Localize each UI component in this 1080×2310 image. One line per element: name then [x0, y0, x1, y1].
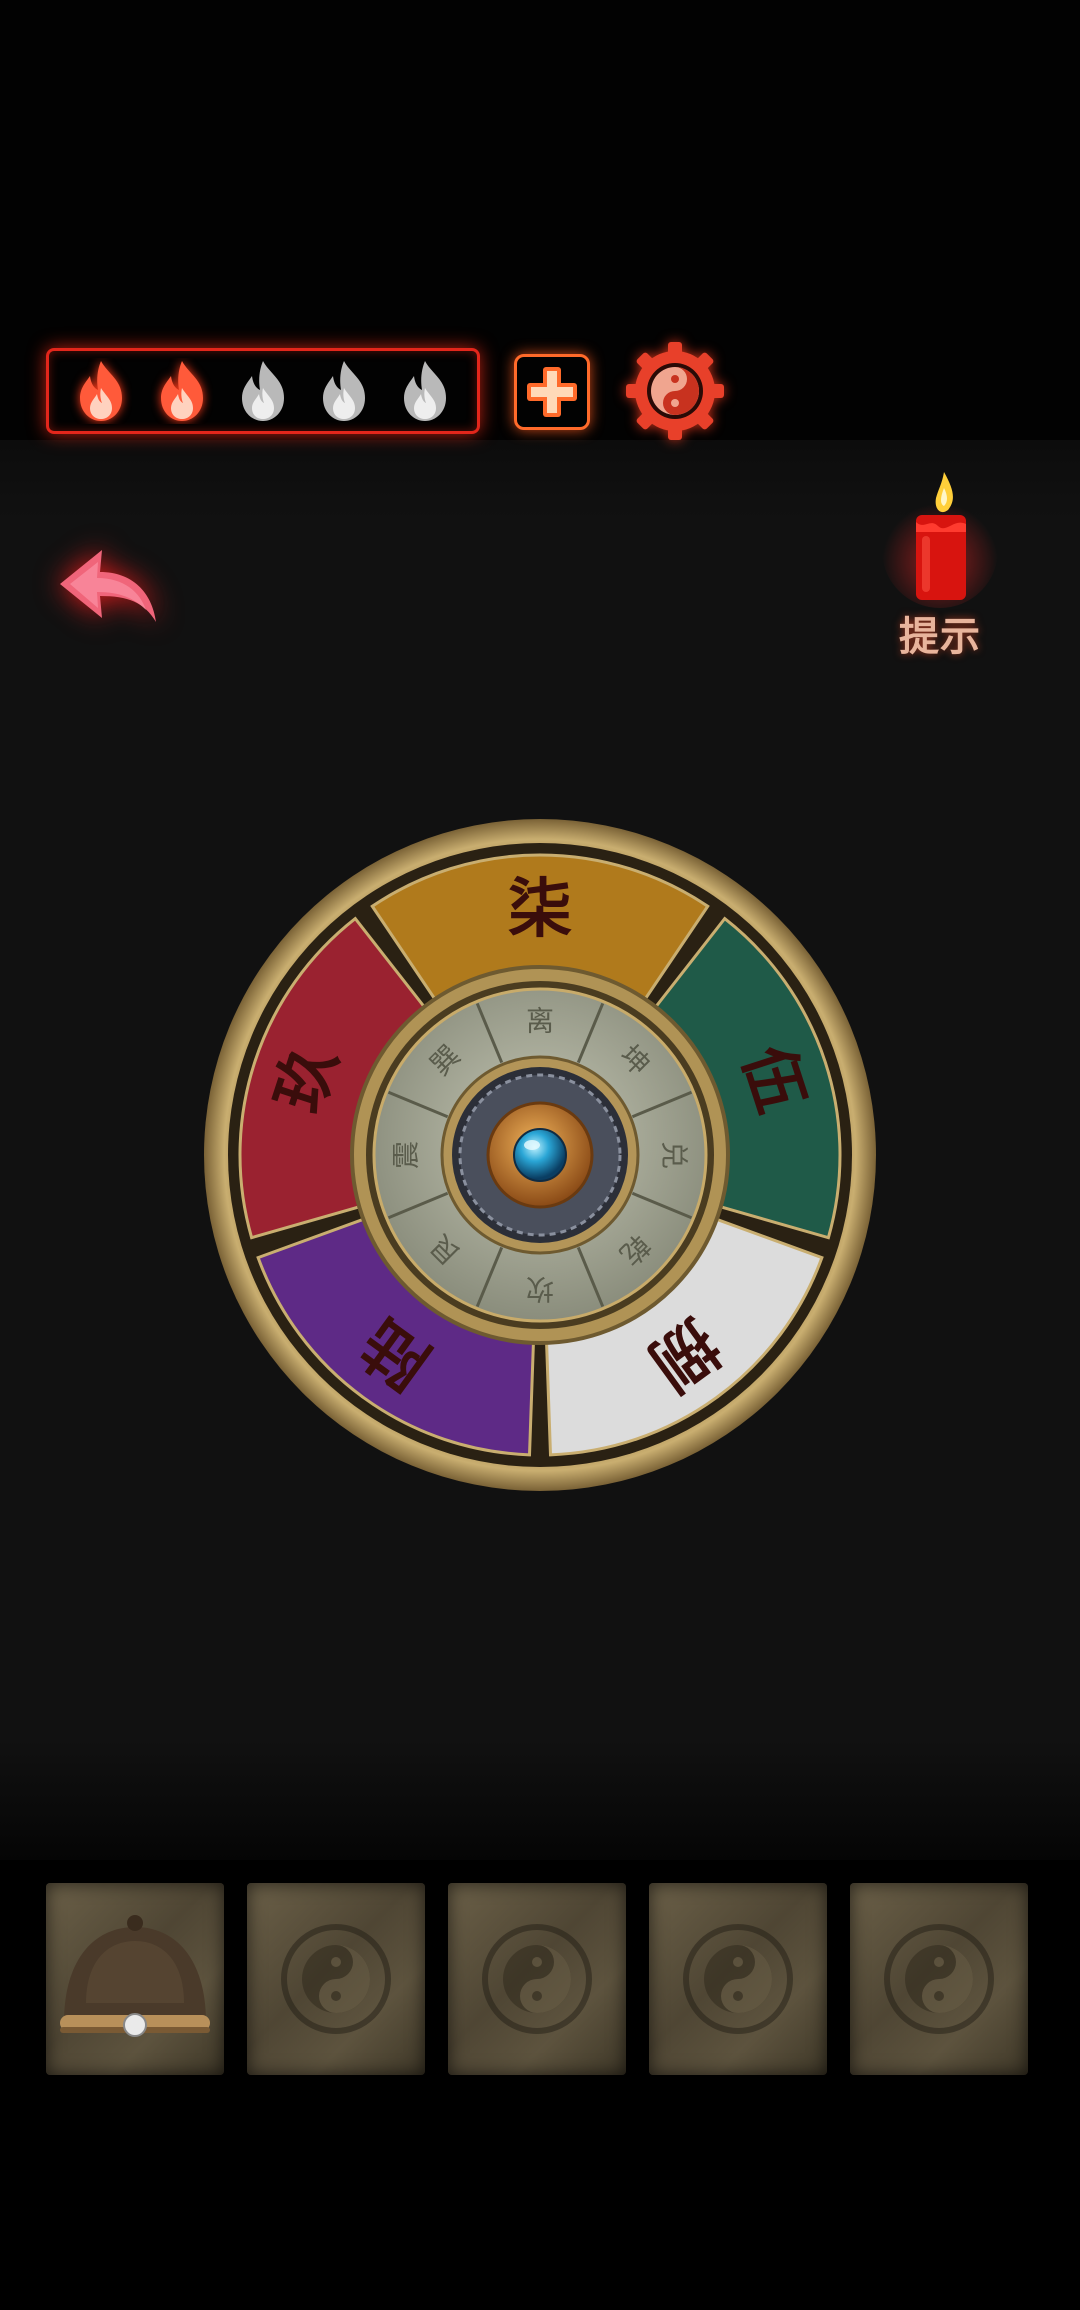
trigram-label: 离: [526, 1005, 554, 1038]
inventory-slot-2[interactable]: [247, 1883, 425, 2075]
candle-icon: [882, 472, 998, 608]
flame-icon-empty: [232, 358, 294, 424]
trigram-label: 震: [390, 1141, 423, 1169]
inventory-slot-3[interactable]: [448, 1883, 626, 2075]
flame-icon-active: [70, 358, 132, 424]
trigram-label: 坎: [526, 1273, 554, 1306]
inventory-slot-5[interactable]: [850, 1883, 1028, 2075]
hint-label: 提示: [899, 614, 981, 660]
bagua-icon: [482, 1924, 592, 2034]
blue-gem-icon[interactable]: [513, 1128, 567, 1182]
hint-button[interactable]: 提示: [880, 460, 1000, 660]
wheel-segment-label: 柒: [508, 873, 572, 947]
back-arrow-icon: [60, 550, 156, 622]
inventory-slot-1[interactable]: [46, 1883, 224, 2075]
bagua-icon: [884, 1924, 994, 2034]
flame-icon-empty: [394, 358, 456, 424]
lives-meter: [46, 348, 480, 434]
plus-icon: [527, 367, 577, 417]
yin-yang-gear-icon: [626, 342, 724, 440]
bagua-icon: [281, 1924, 391, 2034]
settings-button[interactable]: [622, 338, 728, 444]
back-button[interactable]: [40, 530, 170, 640]
add-life-button[interactable]: [514, 354, 590, 430]
bagua-icon: [683, 1924, 793, 2034]
puzzle-wheel: 柒伍捌陆玖 离坤兑乾坎艮震巽: [204, 819, 876, 1491]
flame-icon-active: [151, 358, 213, 424]
hat-icon: [60, 1915, 210, 2037]
inventory-slot-4[interactable]: [649, 1883, 827, 2075]
flame-icon-empty: [313, 358, 375, 424]
trigram-label: 兑: [658, 1141, 691, 1169]
